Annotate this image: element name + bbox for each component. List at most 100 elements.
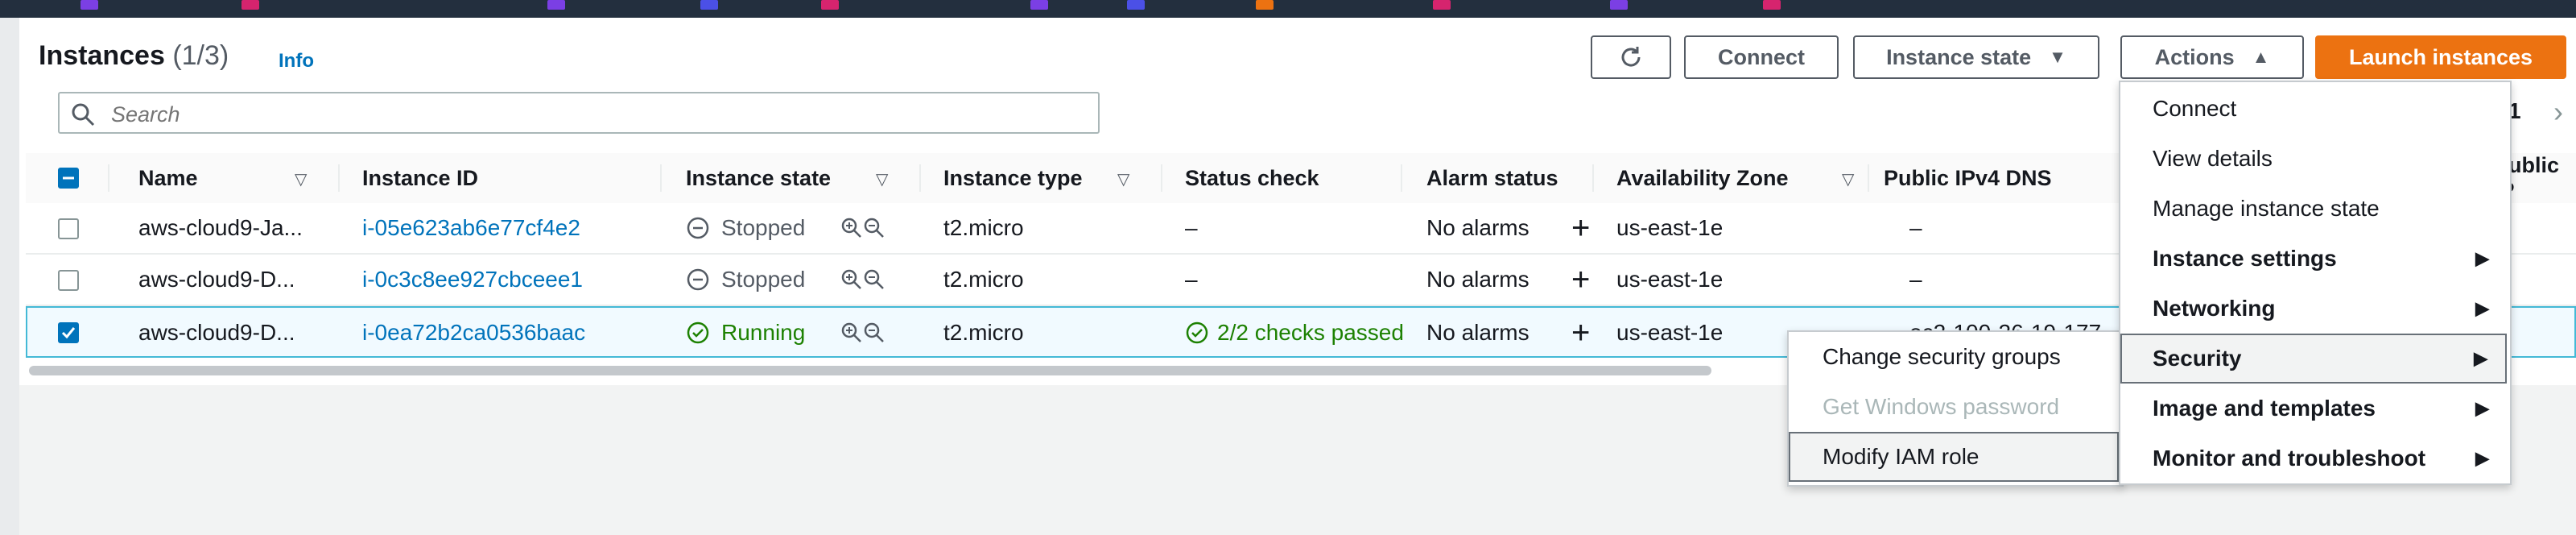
submenu-arrow-icon: ▶ <box>2475 248 2489 268</box>
actions-label: Actions <box>2154 44 2235 69</box>
bookmark-icon[interactable] <box>1610 0 1628 10</box>
bookmark-icon[interactable] <box>1256 0 1274 10</box>
zoom-in-icon[interactable] <box>840 321 863 344</box>
search-box[interactable] <box>58 92 1100 134</box>
stopped-icon <box>687 268 709 291</box>
column-divider <box>1868 164 1869 192</box>
alarm-status: No alarms <box>1426 267 1530 292</box>
instance-name: aws-cloud9-Ja... <box>138 215 303 240</box>
menu-item-view-details[interactable]: View details <box>2120 134 2507 184</box>
bookmark-icon[interactable] <box>547 0 565 10</box>
column-divider <box>108 164 109 192</box>
column-header-alarm-status[interactable]: Alarm status <box>1426 153 1558 203</box>
menu-item-connect[interactable]: Connect <box>2120 84 2507 134</box>
status-check: – <box>1185 215 1198 240</box>
instance-state-text: Stopped <box>721 215 806 240</box>
actions-menu: Connect View details Manage instance sta… <box>2119 81 2512 485</box>
row-checkbox[interactable] <box>58 218 79 239</box>
select-all-checkbox[interactable] <box>58 168 79 189</box>
menu-item-networking[interactable]: Networking ▶ <box>2120 284 2507 334</box>
sort-icon[interactable]: ▽ <box>1842 169 1854 189</box>
column-divider <box>919 164 921 192</box>
info-link[interactable]: Info <box>279 50 314 73</box>
instance-name: aws-cloud9-D... <box>138 320 295 345</box>
zoom-in-icon[interactable] <box>840 268 863 291</box>
search-icon <box>72 103 95 126</box>
bookmark-icon[interactable] <box>80 0 98 10</box>
column-header-name[interactable]: Name <box>138 153 198 203</box>
column-divider <box>338 164 340 192</box>
instance-state: Stopped <box>686 255 805 305</box>
bookmark-icon[interactable] <box>242 0 259 10</box>
column-header-public-dns[interactable]: Public IPv4 DNS <box>1884 153 2052 203</box>
zoom-out-icon[interactable] <box>863 217 886 239</box>
horizontal-scrollbar[interactable] <box>29 366 1711 375</box>
availability-zone: us-east-1e <box>1616 215 1724 240</box>
checkmark-icon <box>61 327 76 339</box>
instance-type: t2.micro <box>943 267 1024 292</box>
sort-icon[interactable]: ▽ <box>876 169 888 189</box>
instance-id-link[interactable]: i-0ea72b2ca0536baac <box>362 308 585 358</box>
menu-item-image-and-templates[interactable]: Image and templates ▶ <box>2120 384 2507 433</box>
add-alarm-icon[interactable]: + <box>1571 203 1590 253</box>
side-navigation-edge[interactable] <box>0 18 21 535</box>
caret-up-icon: ▲ <box>2252 47 2270 67</box>
instance-state: Running <box>686 308 805 358</box>
column-header-instance-type[interactable]: Instance type <box>943 153 1083 203</box>
alarm-status: No alarms <box>1426 215 1530 240</box>
change-security-groups-item[interactable]: Change security groups <box>1789 332 2119 382</box>
menu-item-security[interactable]: Security ▶ <box>2120 334 2507 384</box>
instance-state-button[interactable]: Instance state ▼ <box>1853 35 2099 79</box>
title-text: Instances <box>39 40 165 71</box>
menu-item-label: Security <box>2153 346 2242 371</box>
browser-bookmarks-bar <box>0 0 2576 18</box>
column-header-instance-state[interactable]: Instance state <box>686 153 831 203</box>
add-alarm-icon[interactable]: + <box>1571 255 1590 305</box>
zoom-out-icon[interactable] <box>863 268 886 291</box>
submenu-arrow-icon: ▶ <box>2475 298 2489 318</box>
sort-icon[interactable]: ▽ <box>295 169 307 189</box>
row-checkbox[interactable] <box>58 270 79 291</box>
row-checkbox[interactable] <box>58 322 79 343</box>
status-check: 2/2 checks passed <box>1185 308 1404 358</box>
menu-item-label: Monitor and troubleshoot <box>2153 446 2426 471</box>
page-title: Instances (1/3) <box>39 40 229 72</box>
column-header-status-check[interactable]: Status check <box>1185 153 1319 203</box>
refresh-button[interactable] <box>1591 35 1671 79</box>
zoom-out-icon[interactable] <box>863 321 886 344</box>
bookmark-icon[interactable] <box>1030 0 1048 10</box>
caret-down-icon: ▼ <box>2049 47 2066 67</box>
bookmark-icon[interactable] <box>1763 0 1781 10</box>
search-input[interactable] <box>109 100 1079 129</box>
menu-item-manage-instance-state[interactable]: Manage instance state <box>2120 184 2507 234</box>
zoom-controls[interactable] <box>840 255 886 305</box>
menu-item-monitor-and-troubleshoot[interactable]: Monitor and troubleshoot ▶ <box>2120 433 2507 483</box>
zoom-in-icon[interactable] <box>840 217 863 239</box>
selection-count: (1/3) <box>172 40 229 71</box>
column-header-availability-zone[interactable]: Availability Zone <box>1616 153 1789 203</box>
public-dns: – <box>1909 267 1922 292</box>
modify-iam-role-item[interactable]: Modify IAM role <box>1789 432 2119 482</box>
instance-id-link[interactable]: i-0c3c8ee927cbceee1 <box>362 255 583 305</box>
bookmark-icon[interactable] <box>1433 0 1451 10</box>
next-page-icon[interactable]: › <box>2553 95 2563 129</box>
instance-name: aws-cloud9-D... <box>138 267 295 292</box>
instance-state-label: Instance state <box>1886 44 2032 69</box>
refresh-icon <box>1621 47 1641 67</box>
actions-button[interactable]: Actions ▲ <box>2120 35 2304 79</box>
column-header-instance-id[interactable]: Instance ID <box>362 153 478 203</box>
zoom-controls[interactable] <box>840 203 886 253</box>
menu-item-instance-settings[interactable]: Instance settings ▶ <box>2120 234 2507 284</box>
menu-item-label: Instance settings <box>2153 246 2337 271</box>
add-alarm-icon[interactable]: + <box>1571 308 1590 358</box>
running-icon <box>687 321 709 344</box>
instance-id-link[interactable]: i-05e623ab6e77cf4e2 <box>362 203 580 253</box>
menu-item-label: Networking <box>2153 296 2276 321</box>
connect-button[interactable]: Connect <box>1684 35 1839 79</box>
bookmark-icon[interactable] <box>700 0 718 10</box>
launch-instances-button[interactable]: Launch instances <box>2315 35 2566 79</box>
bookmark-icon[interactable] <box>1127 0 1145 10</box>
sort-icon[interactable]: ▽ <box>1117 169 1129 189</box>
zoom-controls[interactable] <box>840 308 886 358</box>
bookmark-icon[interactable] <box>821 0 839 10</box>
